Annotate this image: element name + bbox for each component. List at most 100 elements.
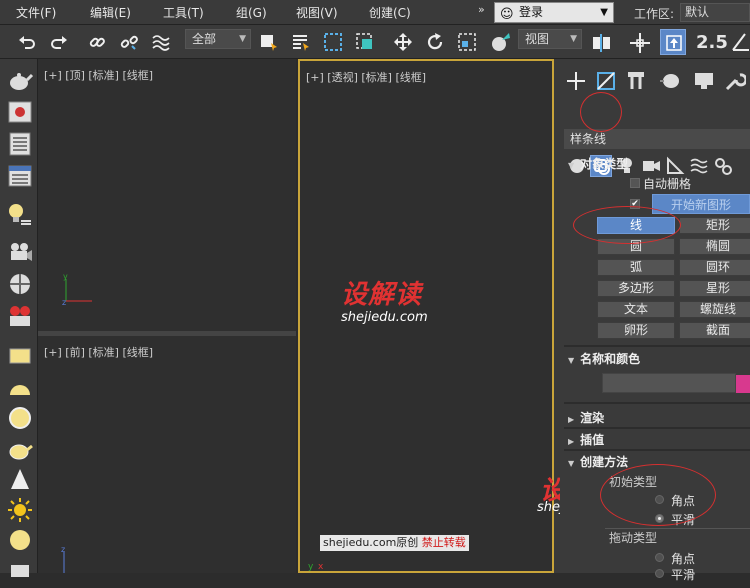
teapot-icon[interactable]: [7, 67, 34, 93]
workspace-dropdown[interactable]: 默认: [680, 3, 750, 22]
selection-filter-value: 全部: [192, 32, 217, 46]
angle-snap-icon[interactable]: [728, 29, 750, 55]
rollout-rendering[interactable]: ▶ 渲染: [568, 409, 750, 426]
donut-button[interactable]: 圆环: [679, 259, 750, 276]
autogrid-checkbox[interactable]: [630, 178, 640, 188]
axis-gizmo-icon: z: [61, 546, 65, 573]
motion-tab-icon[interactable]: [658, 69, 682, 93]
unlink-icon[interactable]: [116, 29, 142, 55]
menu-create[interactable]: 创建(C): [369, 4, 411, 21]
rotate-icon[interactable]: [422, 29, 448, 55]
rollout-interpolation[interactable]: ▶ 插值: [568, 431, 750, 448]
create-tab-plus-icon[interactable]: [564, 69, 588, 93]
dropdown-arrow-icon: ▼: [570, 34, 577, 44]
more-tools-icon[interactable]: [7, 559, 33, 585]
viewport-label[interactable]: [+] [透视] [标准] [线框]: [306, 69, 426, 85]
viewport-top[interactable]: [+] [顶] [标准] [线框] yz: [38, 59, 296, 331]
snap-label: 2.5: [696, 32, 728, 53]
video-post-icon[interactable]: [7, 303, 33, 329]
text-button[interactable]: 文本: [597, 301, 675, 318]
object-name-field[interactable]: [602, 373, 736, 393]
camera-icon[interactable]: [7, 239, 33, 265]
link-icon[interactable]: [84, 29, 110, 55]
bind-spacewarp-icon[interactable]: [148, 29, 174, 55]
watermark-url: shejiedu.com: [341, 310, 428, 325]
hierarchy-tab-icon[interactable]: [624, 69, 648, 93]
left-toolbar: [0, 59, 38, 577]
start-new-shape-button[interactable]: 开始新图形: [652, 194, 750, 214]
drag-corner-radio[interactable]: [655, 553, 664, 562]
menu-expand-icon[interactable]: »: [478, 3, 485, 16]
watermark-tag-site: shejiedu.com原创: [323, 536, 419, 549]
section-button[interactable]: 截面: [679, 322, 750, 339]
login-dropdown[interactable]: ☺ 登录 ▼: [494, 2, 614, 23]
pivot-icon[interactable]: [588, 29, 614, 55]
category-dropdown[interactable]: 样条线: [564, 129, 750, 149]
rollout-title: 名称和颜色: [580, 352, 641, 366]
move-icon[interactable]: [390, 29, 416, 55]
arc-button[interactable]: 弧: [597, 259, 675, 276]
ngon-button[interactable]: 多边形: [597, 280, 675, 297]
dropdown-arrow-icon: ▼: [600, 7, 608, 18]
drag-corner-label: 角点: [671, 552, 696, 566]
plane-icon[interactable]: [7, 343, 33, 369]
svg-text:z: z: [62, 298, 66, 307]
menu-view[interactable]: 视图(V): [296, 4, 338, 21]
egg-button[interactable]: 卵形: [597, 322, 675, 339]
undo-icon[interactable]: [14, 29, 40, 55]
dropdown-arrow-icon: ▼: [239, 34, 246, 44]
menu-group[interactable]: 组(G): [236, 4, 267, 21]
menu-edit[interactable]: 编辑(E): [90, 4, 131, 21]
ellipse-button[interactable]: 椭圆: [679, 238, 750, 255]
select-by-name-icon[interactable]: [288, 29, 314, 55]
star-button[interactable]: 星形: [679, 280, 750, 297]
rollout-divider: [564, 345, 750, 347]
material-editor-icon[interactable]: [7, 131, 33, 157]
object-color-swatch[interactable]: [736, 375, 750, 393]
sun-icon[interactable]: [7, 497, 33, 523]
rollout-expand-icon: ▶: [568, 437, 575, 446]
viewport-label[interactable]: [+] [顶] [标准] [线框]: [44, 67, 153, 83]
selection-filter-dropdown[interactable]: 全部 ▼: [185, 29, 251, 49]
menu-file[interactable]: 文件(F): [16, 4, 56, 21]
select-object-icon[interactable]: [256, 29, 282, 55]
main-toolbar: 全部 ▼ 视图 ▼ 2.5: [0, 25, 750, 59]
rollout-object-type[interactable]: ▼ 对象类型: [568, 155, 750, 172]
rectangle-button[interactable]: 矩形: [679, 217, 750, 234]
teapot-primitive-icon[interactable]: [7, 437, 33, 463]
redo-icon[interactable]: [46, 29, 72, 55]
menu-tools[interactable]: 工具(T): [163, 4, 204, 21]
sphere-gold-icon[interactable]: [7, 527, 33, 553]
drag-smooth-radio[interactable]: [655, 569, 664, 578]
watermark-brand: 设解读: [341, 274, 422, 311]
display-tab-icon[interactable]: [692, 69, 716, 93]
watermark-brand-text: 设解读: [341, 280, 423, 310]
keyboard-shortcut-icon[interactable]: [660, 29, 686, 55]
select-manipulate-icon[interactable]: [626, 29, 652, 55]
helper-icon[interactable]: [7, 271, 33, 297]
utilities-tab-wrench-icon[interactable]: [722, 69, 748, 93]
rect-selection-icon[interactable]: [320, 29, 346, 55]
rollout-name-color[interactable]: ▼ 名称和颜色: [568, 350, 750, 367]
track-view-icon[interactable]: [7, 163, 33, 189]
menu-bar: 文件(F) 编辑(E) 工具(T) 组(G) 视图(V) 创建(C) » ☺ 登…: [0, 0, 750, 25]
watermark-tag: shejiedu.com原创 禁止转载: [320, 535, 469, 551]
svg-text:z: z: [61, 546, 65, 554]
render-frame-icon[interactable]: [7, 99, 33, 125]
window-crossing-icon[interactable]: [352, 29, 378, 55]
viewport-label[interactable]: [+] [前] [标准] [线框]: [44, 344, 153, 360]
scale-icon[interactable]: [454, 29, 480, 55]
axis-gizmo-icon: yx: [308, 562, 324, 572]
place-icon[interactable]: [486, 29, 512, 55]
light-bulb-icon[interactable]: [7, 201, 33, 227]
rollout-title: 创建方法: [580, 455, 629, 469]
sphere-icon[interactable]: [7, 405, 33, 431]
helix-button[interactable]: 螺旋线: [679, 301, 750, 318]
ref-coord-dropdown[interactable]: 视图 ▼: [518, 29, 582, 49]
cone-icon[interactable]: [7, 467, 33, 493]
hemisphere-icon[interactable]: [7, 375, 33, 401]
viewport-front[interactable]: [+] [前] [标准] [线框] z: [38, 336, 296, 573]
rollout-title: 对象类型: [580, 157, 629, 171]
modify-tab-icon[interactable]: [594, 69, 618, 93]
snap-toggle-icon[interactable]: 2.5: [696, 29, 728, 55]
